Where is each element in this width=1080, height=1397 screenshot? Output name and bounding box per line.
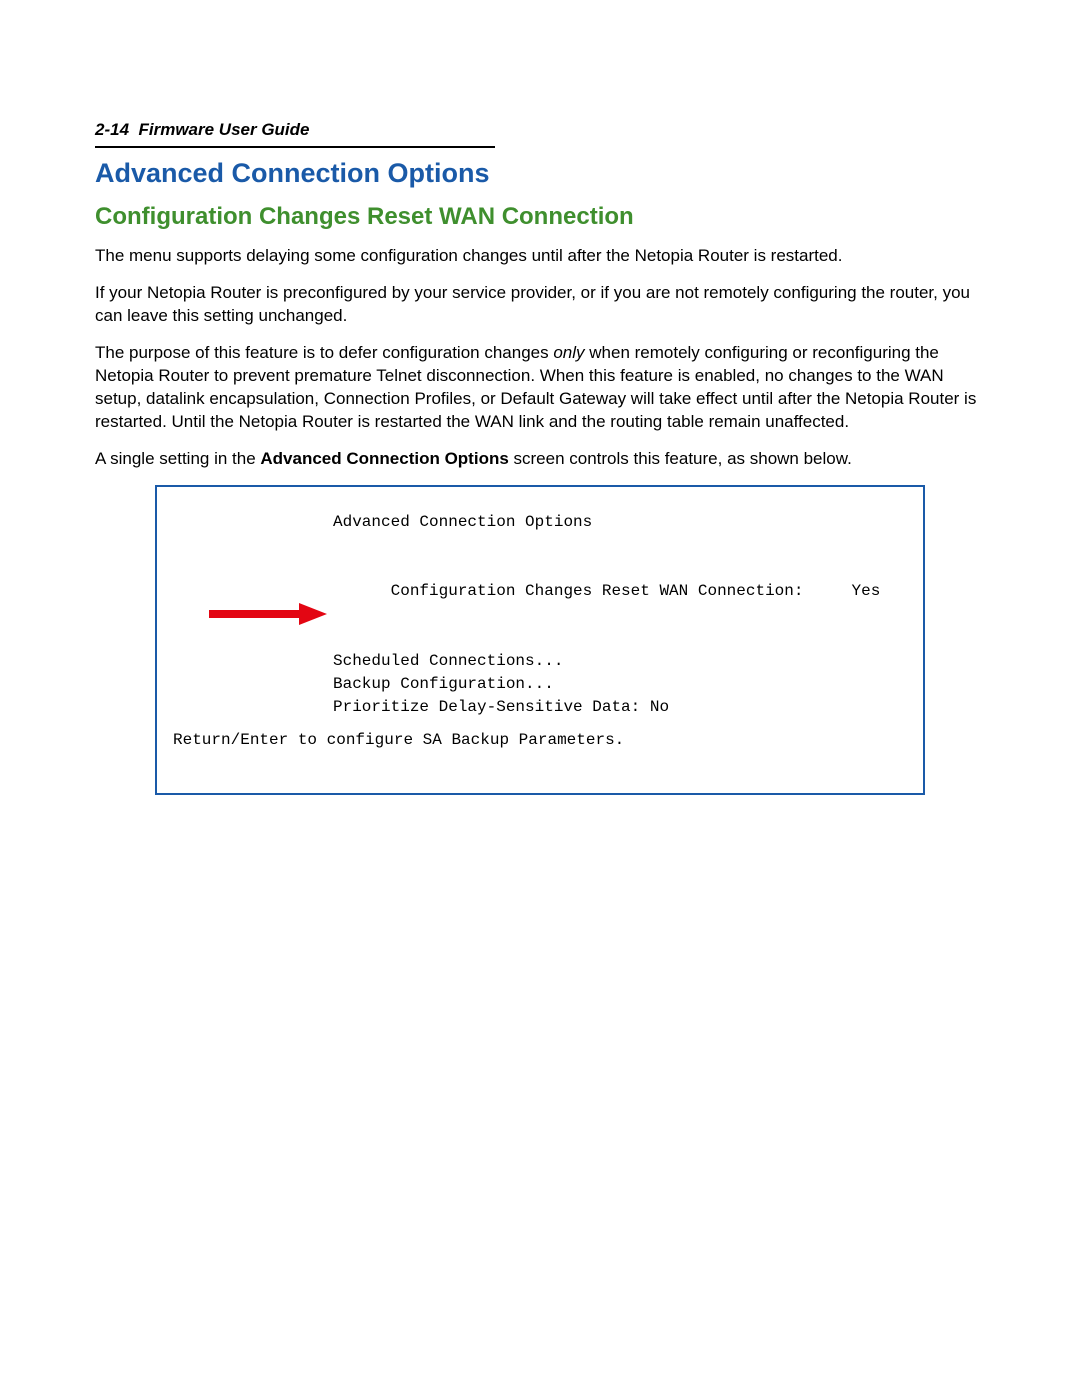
paragraph-4b: screen controls this feature, as shown b… [509,449,852,468]
terminal-title: Advanced Connection Options [173,511,907,534]
terminal-config-value: Yes [852,582,881,600]
paragraph-3a: The purpose of this feature is to defer … [95,343,553,362]
terminal-config-row: Configuration Changes Reset WAN Connecti… [173,557,907,627]
terminal-prioritize-label: Prioritize Delay-Sensitive Data: [333,698,640,716]
terminal-config-label: Configuration Changes Reset WAN Connecti… [391,582,804,600]
document-page: 2-14 Firmware User Guide Advanced Connec… [0,0,1080,1397]
paragraph-4: A single setting in the Advanced Connect… [95,448,985,471]
terminal-blank [173,534,907,557]
running-header: 2-14 Firmware User Guide [95,120,985,140]
terminal-prioritize-value: No [650,698,669,716]
paragraph-4a: A single setting in the [95,449,260,468]
terminal-prioritize: Prioritize Delay-Sensitive Data: No [173,696,907,719]
paragraph-1: The menu supports delaying some configur… [95,245,985,268]
paragraph-2: If your Netopia Router is preconfigured … [95,282,985,328]
heading-1: Advanced Connection Options [95,158,985,189]
paragraph-3-only: only [553,343,584,362]
terminal-backup: Backup Configuration... [173,673,907,696]
doc-title: Firmware User Guide [138,120,309,139]
terminal-screenshot: Advanced Connection Options Configuratio… [155,485,925,795]
paragraph-4-bold: Advanced Connection Options [260,449,508,468]
paragraph-3: The purpose of this feature is to defer … [95,342,985,434]
terminal-scheduled: Scheduled Connections... [173,650,907,673]
page-ref: 2-14 [95,120,129,139]
arrow-icon [209,557,327,579]
heading-2: Configuration Changes Reset WAN Connecti… [95,203,985,231]
terminal-footer: Return/Enter to configure SA Backup Para… [173,729,624,752]
terminal-blank2 [173,626,907,649]
header-rule [95,146,495,148]
